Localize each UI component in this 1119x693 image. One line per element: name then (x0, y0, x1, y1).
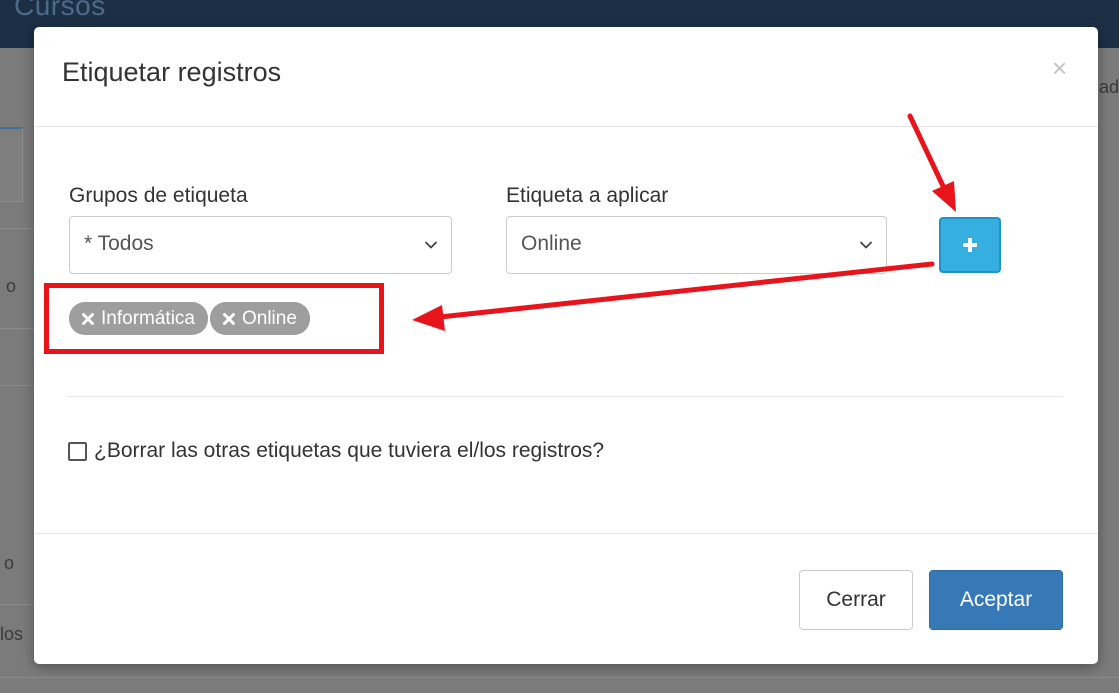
tag-to-apply-select[interactable]: Online (506, 216, 887, 274)
background-tab (0, 127, 23, 202)
delete-other-tags-checkbox[interactable] (68, 441, 87, 461)
body-divider (68, 396, 1063, 397)
plus-icon (963, 238, 977, 252)
background-divider (0, 385, 34, 386)
tag-group-label: Grupos de etiqueta (69, 184, 248, 207)
delete-other-tags-option: ¿Borrar las otras etiquetas que tuviera … (68, 439, 604, 463)
accept-button[interactable]: Aceptar (929, 570, 1063, 630)
background-divider (0, 604, 34, 605)
close-icon[interactable]: × (1052, 55, 1067, 81)
delete-other-tags-label[interactable]: ¿Borrar las otras etiquetas que tuviera … (94, 439, 604, 463)
tag-to-apply-label: Etiqueta a aplicar (506, 184, 669, 207)
tag-group-select-value: * Todos (84, 232, 154, 255)
add-tag-button[interactable] (939, 217, 1001, 273)
tag-to-apply-select-value: Online (521, 232, 582, 255)
footer-divider (34, 533, 1098, 534)
background-divider (0, 228, 34, 229)
background-text-fragment: o (6, 276, 17, 296)
annotation-highlight-box (44, 283, 384, 354)
chevron-down-icon (425, 241, 437, 249)
close-button[interactable]: Cerrar (799, 570, 913, 630)
background-title: Cursos (14, 0, 106, 21)
background-divider (0, 328, 34, 329)
background-text-fragment: ad (1099, 77, 1119, 97)
tag-group-select[interactable]: * Todos (69, 216, 452, 274)
background-text-fragment: o (4, 553, 15, 573)
chevron-down-icon (860, 241, 872, 249)
modal-header: Etiquetar registros × (34, 27, 1098, 127)
background-text-fragment: los (0, 624, 24, 644)
background-divider (0, 677, 1119, 678)
modal-title: Etiquetar registros (62, 57, 282, 87)
